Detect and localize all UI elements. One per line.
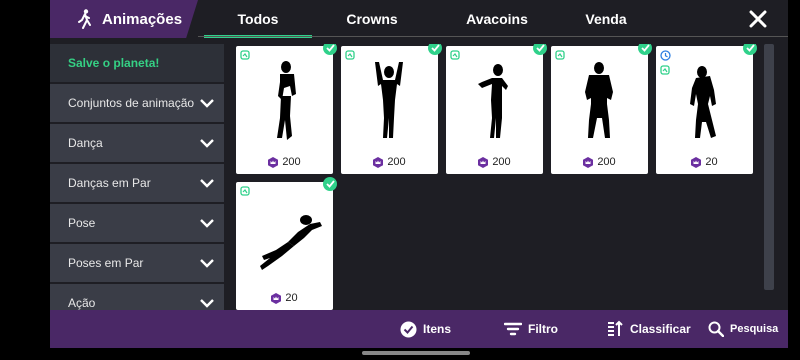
chevron-down-icon [200, 259, 214, 268]
price-value: 200 [387, 156, 406, 168]
dancing-pose-icon [478, 64, 508, 138]
chevron-down-icon [200, 219, 214, 228]
items-label: Itens [423, 322, 452, 336]
filter-icon [504, 322, 522, 336]
crown-coin-icon [373, 156, 384, 168]
lying-down-pose-icon [260, 215, 322, 270]
price-tag: 200 [341, 156, 438, 168]
owned-check-icon [428, 44, 442, 55]
chevron-down-icon [200, 299, 214, 308]
sidebar-item-salve-o-planeta[interactable]: Salve o planeta! [50, 44, 224, 82]
crown-coin-icon [268, 156, 279, 168]
animation-card[interactable]: 200 [341, 44, 442, 174]
tab-label: Venda [585, 11, 627, 27]
top-bar: Animações Todos Crowns Avacoins Venda [50, 0, 788, 38]
sidebar-item-poses-em-par[interactable]: Poses em Par [50, 244, 224, 282]
animation-card[interactable]: 200 [236, 44, 337, 174]
tab-avacoins[interactable]: Avacoins [442, 0, 552, 38]
sidebar-item-pose[interactable]: Pose [50, 204, 224, 242]
sidebar-item-dancas-em-par[interactable]: Danças em Par [50, 164, 224, 202]
price-value: 200 [492, 156, 511, 168]
animation-grid: 200 200 200 200 20 20 [234, 44, 762, 310]
home-indicator[interactable] [362, 351, 470, 355]
chevron-down-icon [200, 139, 214, 148]
bottom-toolbar: Itens Filtro Classificar Pesquisa [50, 310, 788, 348]
section-title: Animações [50, 0, 198, 38]
crown-coin-icon [271, 292, 282, 304]
tab-crowns[interactable]: Crowns [322, 0, 422, 38]
price-tag: 200 [446, 156, 543, 168]
items-button[interactable]: Itens [400, 310, 451, 348]
tab-divider [198, 36, 788, 37]
chevron-down-icon [200, 99, 214, 108]
sort-label: Classificar [630, 322, 691, 336]
sidebar-item-danca[interactable]: Dança [50, 124, 224, 162]
preview-icon [240, 50, 250, 60]
owned-check-icon [638, 44, 652, 55]
search-icon [708, 321, 724, 337]
filter-button[interactable]: Filtro [504, 310, 558, 348]
price-value: 200 [597, 156, 616, 168]
walking-person-icon [78, 9, 91, 29]
animation-card[interactable]: 20 [656, 44, 757, 174]
price-tag: 200 [551, 156, 648, 168]
price-value: 20 [285, 292, 298, 304]
animations-screen: Animações Todos Crowns Avacoins Venda Sa… [50, 0, 788, 348]
grid-scrollbar[interactable] [764, 44, 774, 290]
owned-check-icon [323, 177, 337, 191]
clock-icon [660, 50, 671, 61]
price-tag: 20 [656, 156, 753, 168]
fists-clenched-pose-icon [585, 62, 613, 138]
preview-icon [450, 50, 460, 60]
crown-coin-icon [691, 156, 702, 168]
standing-pose-icon [277, 61, 296, 140]
owned-check-icon [533, 44, 547, 55]
owned-check-icon [743, 44, 757, 55]
sidebar-item-label: Poses em Par [68, 256, 144, 270]
preview-icon [555, 50, 565, 60]
tab-todos[interactable]: Todos [204, 0, 312, 38]
sidebar-item-label: Salve o planeta! [68, 56, 160, 70]
sort-button[interactable]: Classificar [606, 310, 691, 348]
arms-raised-pose-icon [375, 62, 403, 138]
search-label: Pesquisa [730, 323, 779, 335]
sidebar-item-label: Ação [68, 296, 96, 310]
sort-icon [608, 320, 623, 336]
animation-card[interactable]: 200 [446, 44, 547, 174]
tab-label: Crowns [346, 11, 398, 27]
crown-coin-icon [478, 156, 489, 168]
preview-icon [345, 50, 355, 60]
tab-venda[interactable]: Venda [564, 0, 648, 38]
animation-card[interactable]: 20 [236, 177, 337, 310]
price-tag: 20 [236, 292, 333, 304]
search-button[interactable]: Pesquisa [708, 310, 778, 348]
crown-coin-icon [583, 156, 594, 168]
sidebar-item-conjuntos-de-animacao[interactable]: Conjuntos de animação [50, 84, 224, 122]
sidebar-item-label: Dança [68, 136, 103, 150]
sidebar-item-acao[interactable]: Ação [50, 284, 224, 310]
owned-check-icon [323, 44, 337, 55]
check-circle-icon [400, 321, 417, 337]
price-value: 200 [282, 156, 301, 168]
filter-label: Filtro [528, 322, 558, 336]
close-icon[interactable] [748, 9, 768, 29]
tab-label: Avacoins [466, 11, 528, 27]
sidebar-item-label: Danças em Par [68, 176, 151, 190]
slouched-pose-icon [690, 66, 716, 138]
chevron-down-icon [200, 179, 214, 188]
price-value: 20 [705, 156, 718, 168]
sidebar-item-label: Conjuntos de animação [68, 96, 195, 110]
preview-icon [660, 65, 670, 75]
tab-label: Todos [237, 11, 279, 27]
animation-card[interactable]: 200 [551, 44, 652, 174]
category-sidebar: Salve o planeta! Conjuntos de animação D… [50, 44, 224, 310]
price-tag: 200 [236, 156, 333, 168]
sidebar-item-label: Pose [68, 216, 96, 230]
section-title-text: Animações [102, 10, 183, 28]
